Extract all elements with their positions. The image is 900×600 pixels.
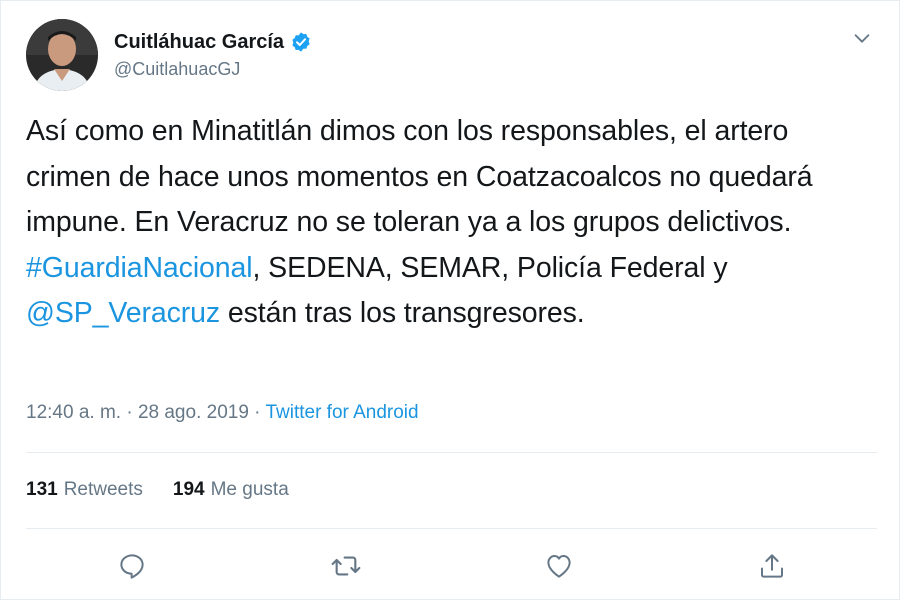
tweet-text-part: Así como en Minatitlán dimos con los res… — [26, 115, 813, 238]
heart-icon — [547, 555, 571, 578]
retweets-count: 131 — [26, 479, 58, 500]
likes-count: 194 — [172, 479, 205, 500]
tweet-source-link[interactable]: Twitter for Android — [265, 402, 418, 423]
handle[interactable]: @CuitlahuacGJ — [114, 59, 312, 80]
reply-button[interactable] — [112, 546, 152, 586]
reply-icon — [120, 554, 144, 579]
retweets-label: Retweets — [63, 479, 143, 500]
retweet-icon — [331, 556, 361, 576]
author-names: Cuitláhuac García @CuitlahuacGJ — [114, 29, 312, 80]
retweets-stat[interactable]: 131 Retweets — [26, 479, 143, 501]
share-button[interactable] — [752, 546, 792, 586]
tweet-metadata: 12:40 a. m. · 28 ago. 2019 · Twitter for… — [26, 402, 419, 424]
tweet-text: Así como en Minatitlán dimos con los res… — [26, 109, 876, 337]
tweet-text-part: están tras los transgresores. — [220, 297, 585, 329]
tweet-card: Cuitláhuac García @CuitlahuacGJ Así como… — [0, 0, 900, 600]
likes-stat[interactable]: 194 Me gusta — [173, 479, 289, 501]
share-icon — [761, 554, 783, 578]
tweet-stats: 131 Retweets 194 Me gusta — [26, 479, 289, 501]
divider — [26, 452, 877, 453]
tweet-text-part: , SEDENA, SEMAR, Policía Federal y — [252, 251, 728, 284]
hashtag-link[interactable]: #GuardiaNacional — [26, 252, 253, 284]
tweet-actions — [1, 546, 900, 586]
tweet-date[interactable]: 28 ago. 2019 — [138, 402, 249, 423]
display-name[interactable]: Cuitláhuac García — [114, 31, 284, 54]
tweet-time[interactable]: 12:40 a. m. — [26, 402, 121, 423]
chevron-down-icon[interactable] — [851, 27, 873, 49]
display-name-row: Cuitláhuac García — [114, 29, 312, 55]
verified-badge-icon — [292, 32, 310, 52]
meta-separator: · — [121, 402, 138, 423]
likes-label: Me gusta — [210, 479, 289, 500]
meta-separator: · — [248, 402, 266, 423]
mention-link[interactable]: @SP_Veracruz — [26, 297, 220, 329]
avatar[interactable] — [26, 19, 98, 91]
divider — [26, 528, 877, 529]
like-button[interactable] — [539, 546, 579, 586]
tweet-header: Cuitláhuac García @CuitlahuacGJ — [26, 19, 879, 91]
retweet-button[interactable] — [326, 546, 366, 586]
